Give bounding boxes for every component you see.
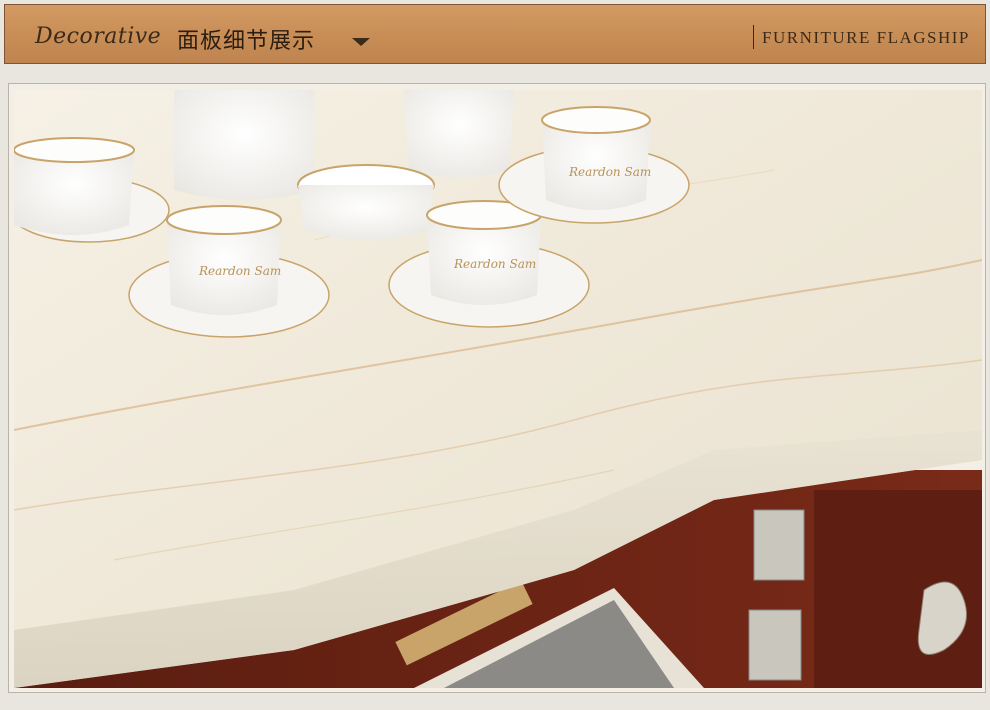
header-band: Decorative 面板细节展示 FURNITURE FLAGSHIP	[4, 4, 986, 64]
header-cn-title: 面板细节展示	[177, 29, 316, 54]
cup-brand-3: Reardon Sam	[453, 257, 536, 271]
header-script-title: Decorative	[35, 24, 162, 49]
brand-label: FURNITURE FLAGSHIP	[762, 28, 970, 47]
cup-brand-4: Reardon Sam	[568, 165, 651, 179]
hinge-top	[753, 509, 805, 581]
header-divider	[753, 25, 754, 49]
marble-table-photo: Reardon Sam Reardon Sam Reardon Sam	[14, 90, 982, 688]
cup-brand-2: Reardon Sam	[198, 264, 281, 278]
dropdown-arrow-icon[interactable]	[352, 38, 370, 46]
milk-pitcher	[404, 90, 514, 178]
product-photo: Reardon Sam Reardon Sam Reardon Sam	[14, 90, 982, 688]
sugar-bowl	[298, 185, 434, 240]
teapot	[174, 90, 314, 200]
hinge-bottom	[748, 609, 802, 681]
